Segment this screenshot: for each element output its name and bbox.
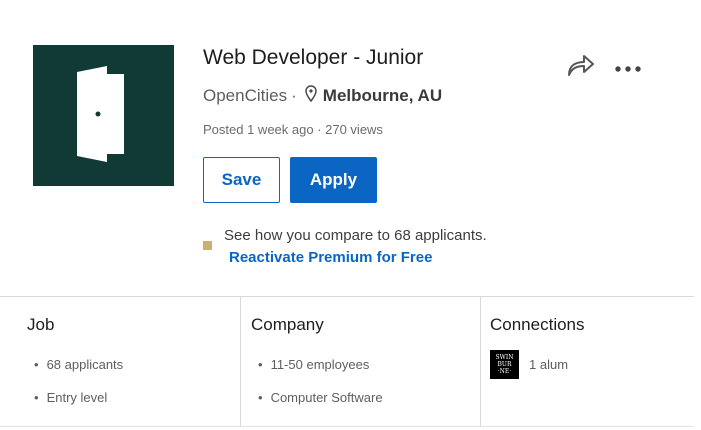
list-item: • 11-50 employees xyxy=(258,357,370,372)
company-logo[interactable] xyxy=(33,45,174,186)
seniority-level: Entry level xyxy=(46,390,108,405)
company-industry: Computer Software xyxy=(270,390,383,405)
location-pin-icon xyxy=(305,85,317,107)
company-name[interactable]: OpenCities xyxy=(203,86,287,106)
list-item: • Entry level xyxy=(34,390,108,405)
company-size: 11-50 employees xyxy=(270,357,370,372)
job-location: Melbourne, AU xyxy=(322,86,443,105)
job-title[interactable]: Web Developer - Junior xyxy=(203,46,423,70)
job-column-title: Job xyxy=(27,315,55,334)
premium-badge-icon xyxy=(203,241,212,250)
section-divider xyxy=(0,296,694,297)
column-divider xyxy=(240,297,241,426)
school-logo[interactable]: SWIN BUR ·NE· xyxy=(490,350,519,379)
save-button[interactable]: Save xyxy=(203,157,280,203)
connections-column-title: Connections xyxy=(490,315,585,334)
column-divider xyxy=(480,297,481,426)
applicant-compare-text: See how you compare to 68 applicants. xyxy=(224,227,487,244)
door-icon xyxy=(76,65,124,162)
reactivate-premium-link[interactable]: Reactivate Premium for Free xyxy=(229,249,432,266)
company-location-line: OpenCities · Melbourne, AU xyxy=(203,85,442,107)
separator: · xyxy=(291,86,297,105)
company-column-title: Company xyxy=(251,315,324,334)
list-item: • Computer Software xyxy=(258,390,383,405)
applicants-count: 68 applicants xyxy=(46,357,124,372)
list-item: • 68 applicants xyxy=(34,357,124,372)
section-divider xyxy=(0,426,694,427)
apply-button[interactable]: Apply xyxy=(290,157,377,203)
more-dots-icon[interactable] xyxy=(614,60,642,78)
posting-meta: Posted 1 week ago · 270 views xyxy=(203,122,383,137)
alum-count-link[interactable]: 1 alum xyxy=(529,357,568,372)
share-arrow-icon[interactable] xyxy=(566,52,596,83)
